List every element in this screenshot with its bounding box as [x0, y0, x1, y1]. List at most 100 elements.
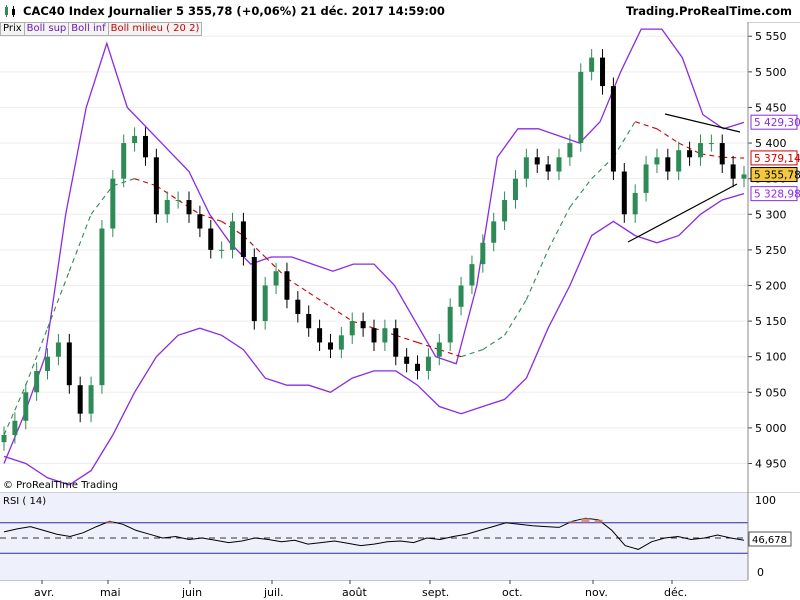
- candle-body: [88, 385, 94, 414]
- candle-body: [219, 249, 225, 251]
- candle-body: [12, 420, 18, 436]
- candle-body: [142, 135, 148, 158]
- candle-body: [404, 356, 410, 364]
- price-label-text: 5 355,78: [754, 170, 800, 182]
- candle-body: [186, 200, 192, 215]
- candle-body: [676, 150, 682, 172]
- rsi-overbought-fill: [594, 519, 603, 523]
- candle-body: [240, 221, 246, 257]
- month-label: sept.: [422, 586, 449, 599]
- candle-body: [230, 221, 236, 250]
- month-label: nov.: [585, 586, 608, 599]
- legend-item-boll-sup[interactable]: Boll sup: [23, 22, 70, 36]
- y-tick-label: 5 100: [755, 351, 787, 364]
- chart-header: CAC40 Index Journalier 5 355,78 (+0,06%)…: [0, 0, 800, 23]
- candle-body: [349, 321, 355, 336]
- candle-body: [360, 321, 366, 329]
- candle-body: [327, 342, 333, 350]
- candle-body: [338, 335, 344, 350]
- candle-body: [458, 285, 464, 307]
- candle-body: [665, 157, 671, 172]
- candle-body: [654, 157, 660, 165]
- y-tick-label: 5 450: [755, 101, 787, 114]
- y-tick-label: 5 200: [755, 279, 787, 292]
- y-tick-label: 5 300: [755, 208, 787, 221]
- candle-body: [197, 214, 203, 229]
- source-label[interactable]: Trading.ProRealTime.com: [626, 4, 792, 18]
- month-label: déc.: [664, 586, 687, 599]
- candle-body: [164, 200, 170, 215]
- candle-body: [719, 143, 725, 165]
- candle-body: [66, 342, 72, 386]
- candle-body: [251, 257, 257, 322]
- candle-body: [512, 178, 518, 201]
- candle-body: [534, 157, 540, 165]
- rsi-panel[interactable]: RSI ( 14) 100 0 46,678: [0, 492, 800, 580]
- candle-body: [284, 271, 290, 300]
- candle-body: [110, 178, 116, 229]
- rsi-label: RSI ( 14): [3, 496, 46, 507]
- rsi-axis-0: 0: [757, 566, 764, 579]
- indicator-legend: Prix Boll sup Boll inf Boll milieu ( 20 …: [0, 22, 203, 36]
- candle-body: [393, 328, 399, 357]
- y-tick-label: 5 000: [755, 422, 787, 435]
- candle-body: [34, 370, 40, 393]
- legend-item-boll-inf[interactable]: Boll inf: [68, 22, 109, 36]
- candle-body: [469, 264, 475, 286]
- candle-body: [208, 228, 214, 250]
- candlestick-icon: [5, 5, 15, 17]
- time-axis: avr. mai juin juil. août sept. oct. nov. déc.: [0, 580, 748, 599]
- candle-body: [632, 192, 638, 215]
- price-chart[interactable]: 5 5505 5005 4505 4005 3505 3005 2505 200…: [0, 22, 800, 492]
- candle-body: [730, 164, 736, 179]
- rsi-current-value: 46,678: [752, 535, 787, 546]
- price-label-text: 5 429,30: [754, 117, 800, 129]
- candle-body: [55, 342, 61, 357]
- legend-item-boll-milieu[interactable]: Boll milieu ( 20 2): [107, 22, 203, 36]
- candle-body: [643, 164, 649, 193]
- candle-body: [687, 150, 693, 158]
- candle-body: [578, 71, 584, 144]
- candle-body: [306, 313, 312, 329]
- candle-body: [99, 228, 105, 386]
- rsi-overbought-fill: [581, 518, 590, 523]
- rsi-overbought-fill: [105, 521, 114, 523]
- candle-body: [121, 143, 127, 179]
- candle-body: [741, 174, 747, 179]
- month-label: juil.: [263, 586, 284, 599]
- candle-body: [697, 143, 703, 158]
- watermark: © ProRealTime Trading: [3, 480, 118, 491]
- candle-body: [153, 157, 159, 215]
- candle-body: [295, 299, 301, 314]
- rsi-overbought-fill: [568, 521, 577, 523]
- candle-body: [502, 200, 508, 222]
- candle-body: [708, 143, 714, 145]
- month-label: mai: [100, 586, 121, 599]
- instrument-title: CAC40 Index Journalier 5 355,78 (+0,06%)…: [23, 4, 445, 18]
- candle-body: [447, 306, 453, 343]
- candle-body: [491, 221, 497, 243]
- candle-body: [589, 57, 595, 72]
- y-tick-label: 5 150: [755, 315, 787, 328]
- candle-body: [273, 271, 279, 286]
- candle-body: [77, 385, 83, 414]
- month-label: juin: [181, 586, 202, 599]
- y-tick-label: 5 050: [755, 386, 787, 399]
- candle-body: [436, 342, 442, 357]
- rsi-axis-100: 100: [755, 494, 776, 507]
- candle-body: [523, 157, 529, 179]
- candle-body: [621, 171, 627, 215]
- legend-item-prix[interactable]: Prix: [0, 22, 25, 36]
- candle-body: [425, 356, 431, 371]
- y-tick-label: 5 400: [755, 137, 787, 150]
- candle-body: [317, 328, 323, 343]
- month-label: avr.: [34, 586, 54, 599]
- month-label: oct.: [502, 586, 523, 599]
- candle-body: [45, 356, 51, 371]
- month-label: août: [342, 586, 367, 599]
- y-tick-label: 4 950: [755, 458, 787, 471]
- candle-body: [567, 143, 573, 158]
- candle-body: [1, 435, 7, 443]
- candle-body: [545, 164, 551, 172]
- y-tick-label: 5 250: [755, 244, 787, 257]
